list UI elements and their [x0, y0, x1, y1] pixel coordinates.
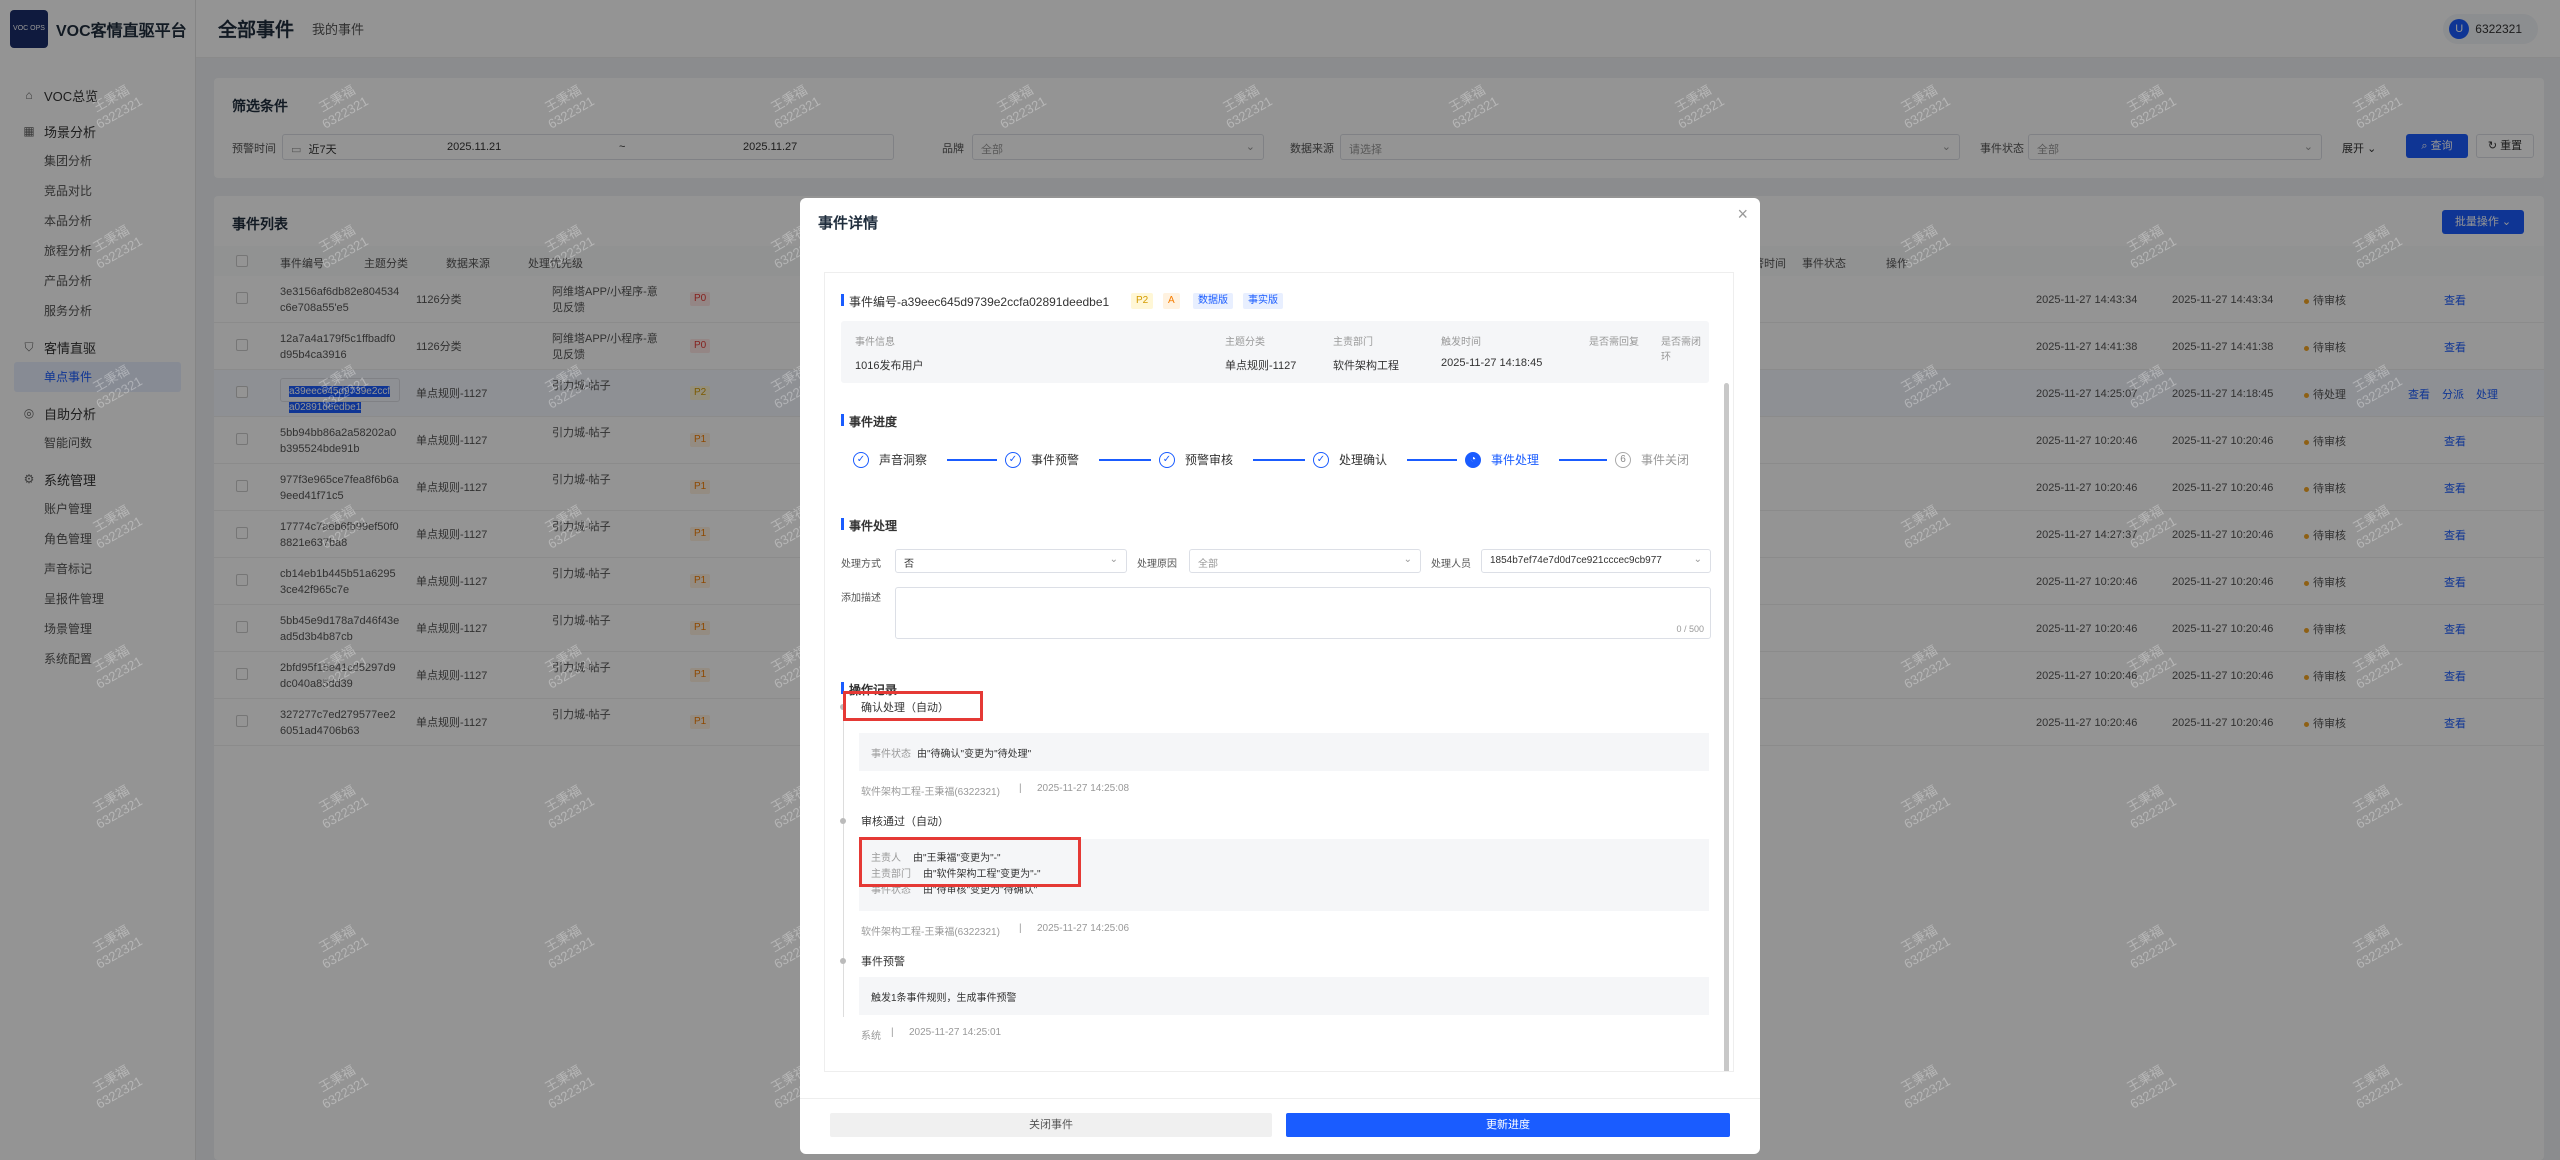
event-number: 事件编号-a39eec645d9739e2ccfa02891deedbe1 [841, 293, 1109, 310]
event-detail-modal: 事件详情 × 事件编号-a39eec645d9739e2ccfa02891dee… [800, 198, 1760, 1154]
progress-step: ✓ 预警审核 [1159, 451, 1233, 468]
log-entry-title: 事件预警 [861, 956, 905, 968]
info-label: 是否需回复 [1589, 337, 1639, 348]
description-textarea[interactable]: 0 / 500 [895, 587, 1711, 639]
log-entry-box: 触发1条事件规则，生成事件预警 [859, 977, 1709, 1015]
log-value: 触发1条事件规则，生成事件预警 [871, 993, 1017, 1004]
reason-select[interactable]: 全部 ⌄ [1189, 549, 1421, 573]
step-label: 事件处理 [1491, 453, 1540, 467]
step-connector [1559, 459, 1607, 461]
log-sep: | [1019, 923, 1022, 934]
level-tag: A [1163, 293, 1180, 309]
progress-title: 事件进度 [841, 413, 897, 430]
log-user: 软件架构工程-王秉福(6322321) [861, 927, 1000, 938]
info-label: 触发时间 [1441, 337, 1481, 348]
highlight-box [843, 691, 983, 721]
check-icon: ✓ [1159, 451, 1175, 468]
chevron-down-icon: ⌄ [1693, 554, 1702, 565]
log-user: 软件架构工程-王秉福(6322321) [861, 787, 1000, 798]
progress-step: ✓ 声音洞察 [853, 451, 927, 468]
log-value: 由"待确认"变更为"待处理" [917, 749, 1032, 760]
highlight-box [859, 837, 1081, 887]
step-label: 事件预警 [1031, 453, 1080, 467]
modal-footer: 关闭事件 更新进度 [800, 1098, 1760, 1154]
check-icon: ✓ [1005, 451, 1021, 468]
info-label: 事件信息 [855, 337, 895, 348]
info-value: 1016发布用户 [855, 360, 924, 372]
info-label: 是否需闭环 [1661, 337, 1701, 363]
way-select[interactable]: 否 ⌄ [895, 549, 1127, 573]
step-label: 事件关闭 [1641, 453, 1690, 467]
step-connector [1253, 459, 1305, 461]
step-label: 声音洞察 [879, 453, 928, 467]
progress-step: 6 事件关闭 [1615, 451, 1689, 468]
step-number-icon: 6 [1615, 451, 1631, 468]
timeline-line [843, 707, 844, 1017]
reason-label: 处理原因 [1137, 559, 1177, 570]
log-key: 事件状态 [871, 749, 911, 760]
log-user: 系统 [861, 1031, 881, 1042]
progress-step: ✓ 处理确认 [1313, 451, 1387, 468]
timeline-dot [840, 958, 846, 964]
log-entry-title: 审核通过（自动） [861, 816, 949, 828]
way-label: 处理方式 [841, 559, 881, 570]
person-select[interactable]: 1854b7ef74e7d0d7ce921cccec9cb977 ⌄ [1481, 549, 1711, 573]
fact-tag: 事实版 [1243, 293, 1283, 309]
event-info-box: 事件信息 主题分类 主责部门 触发时间 是否需回复 是否需闭环 1016发布用户… [841, 321, 1709, 383]
step-connector [1407, 459, 1457, 461]
update-progress-button[interactable]: 更新进度 [1286, 1113, 1730, 1137]
reason-value: 全部 [1198, 559, 1218, 570]
timeline-dot [840, 818, 846, 824]
check-icon: ✓ [853, 451, 869, 468]
priority-tag: P2 [1131, 293, 1154, 309]
log-time: 2025-11-27 14:25:01 [909, 1027, 1002, 1038]
clock-icon: ◔ [1465, 451, 1481, 468]
char-counter: 0 / 500 [1676, 624, 1704, 634]
progress-step: ✓ 事件预警 [1005, 451, 1079, 468]
progress-step: ◔ 事件处理 [1465, 451, 1539, 468]
scrollbar[interactable] [1724, 383, 1729, 1071]
step-label: 预警审核 [1185, 453, 1234, 467]
info-value: 软件架构工程 [1333, 360, 1399, 372]
progress-steps: ✓ 声音洞察 ✓ 事件预警 ✓ 预警审核 ✓ 处理确认 ◔ 事件处理 6 事件关闭 [853, 451, 1693, 475]
chevron-down-icon: ⌄ [1403, 554, 1412, 565]
desc-label: 添加描述 [841, 593, 881, 604]
modal-body: 事件编号-a39eec645d9739e2ccfa02891deedbe1 P2… [824, 272, 1734, 1072]
log-sep: | [891, 1027, 894, 1038]
handle-title: 事件处理 [841, 517, 897, 534]
modal-title: 事件详情 [818, 215, 879, 232]
chevron-down-icon: ⌄ [1109, 554, 1118, 565]
log-entry-box: 事件状态 由"待确认"变更为"待处理" [859, 733, 1709, 771]
info-value: 2025-11-27 14:18:45 [1441, 357, 1543, 369]
info-value: 单点规则-1127 [1225, 360, 1297, 372]
data-tag: 数据版 [1193, 293, 1233, 309]
person-label: 处理人员 [1431, 559, 1471, 570]
step-connector [1099, 459, 1151, 461]
log-time: 2025-11-27 14:25:06 [1037, 923, 1130, 934]
close-icon[interactable]: × [1737, 204, 1748, 225]
info-label: 主责部门 [1333, 337, 1373, 348]
log-sep: | [1019, 783, 1022, 794]
check-icon: ✓ [1313, 451, 1329, 468]
step-label: 处理确认 [1339, 453, 1388, 467]
info-label: 主题分类 [1225, 337, 1265, 348]
log-time: 2025-11-27 14:25:08 [1037, 783, 1130, 794]
person-value: 1854b7ef74e7d0d7ce921cccec9cb977 [1490, 555, 1662, 566]
way-value: 否 [904, 559, 914, 570]
step-connector [947, 459, 997, 461]
close-event-button[interactable]: 关闭事件 [830, 1113, 1272, 1137]
